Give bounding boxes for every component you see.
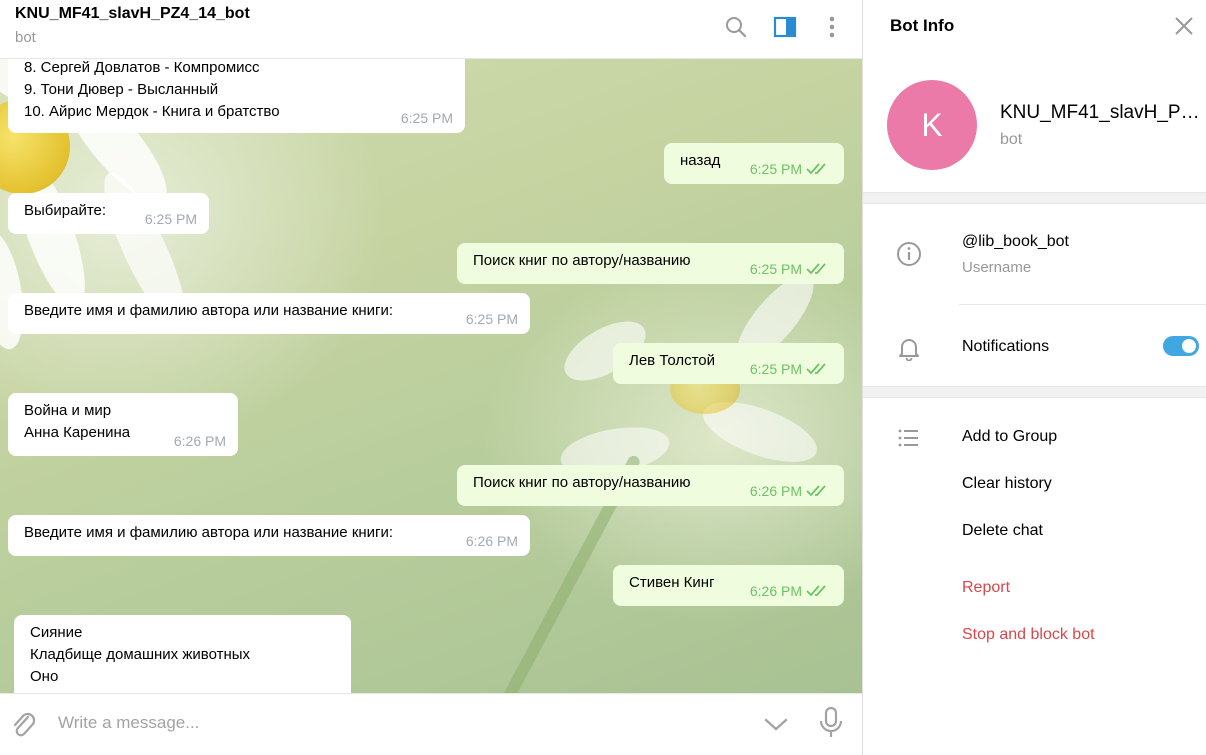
- message-bubble-incoming[interactable]: Война и мир Анна Каренина 6:26 PM: [8, 393, 238, 456]
- username-label: Username: [962, 259, 1032, 276]
- message-time: 6:25 PM: [749, 161, 802, 177]
- section-divider: [863, 386, 1206, 398]
- message-text: 8. Сергей Довлатов - Компромисс 9. Тони …: [24, 59, 280, 120]
- bell-icon: [899, 339, 919, 361]
- message-time: 6:26 PM: [173, 433, 226, 449]
- message-text: Война и мир Анна Каренина: [24, 402, 131, 441]
- avatar-letter: K: [921, 106, 943, 143]
- message-time: 6:26 PM: [465, 533, 518, 549]
- clear-history-button[interactable]: Clear history: [962, 475, 1052, 493]
- microphone-icon[interactable]: [818, 706, 844, 740]
- message-text: Выбирайте:: [24, 202, 107, 219]
- message-time: 6:26 PM: [749, 483, 802, 499]
- chat-header: KNU_MF41_slavH_PZ4_14_bot bot: [0, 0, 862, 59]
- search-icon[interactable]: [723, 14, 749, 40]
- message-input[interactable]: [58, 709, 738, 737]
- chat-title[interactable]: KNU_MF41_slavH_PZ4_14_bot: [15, 5, 250, 23]
- message-time: 6:25 PM: [400, 110, 453, 126]
- report-button[interactable]: Report: [962, 579, 1010, 597]
- message-time: 6:25 PM: [749, 361, 802, 377]
- more-menu-icon[interactable]: [819, 14, 845, 40]
- message-text: Стивен Кинг: [629, 574, 715, 591]
- message-text: Поиск книг по автору/названию: [473, 252, 691, 269]
- message-text: Введите имя и фамилию автора или названи…: [24, 302, 394, 319]
- info-icon: [897, 242, 921, 266]
- message-text: назад: [680, 152, 721, 169]
- message-bubble-incoming[interactable]: Сияние Кладбище домашних животных Оно: [14, 615, 351, 693]
- notifications-label: Notifications: [962, 338, 1050, 355]
- toggle-knob: [1180, 337, 1198, 355]
- message-bubble-outgoing[interactable]: Поиск книг по автору/названию 6:25 PM: [457, 243, 844, 284]
- message-text: Сияние Кладбище домашних животных Оно: [30, 624, 251, 685]
- message-composer: [0, 693, 862, 755]
- read-check-icon: [806, 163, 826, 175]
- message-bubble-incoming[interactable]: Выбирайте: 6:25 PM: [8, 193, 209, 234]
- divider: [959, 304, 1206, 305]
- list-icon: [898, 429, 918, 447]
- chat-subtitle: bot: [15, 29, 36, 46]
- read-check-icon: [806, 263, 826, 275]
- message-bubble-incoming[interactable]: 8. Сергей Довлатов - Компромисс 9. Тони …: [8, 59, 465, 133]
- add-to-group-button[interactable]: Add to Group: [962, 428, 1057, 446]
- read-check-icon: [806, 585, 826, 597]
- panel-title: Bot Info: [890, 16, 955, 35]
- chat-background: 8. Сергей Довлатов - Компромисс 9. Тони …: [0, 59, 862, 693]
- notifications-toggle[interactable]: [1163, 336, 1199, 356]
- bot-status: bot: [1000, 131, 1023, 148]
- read-check-icon: [806, 485, 826, 497]
- message-bubble-outgoing[interactable]: Стивен Кинг 6:26 PM: [613, 565, 844, 606]
- avatar[interactable]: K: [887, 80, 977, 170]
- attach-icon[interactable]: [10, 709, 38, 739]
- section-divider: [863, 192, 1206, 204]
- read-check-icon: [806, 363, 826, 375]
- sidebar-toggle-icon[interactable]: [772, 14, 798, 40]
- message-time: 6:26 PM: [749, 583, 802, 599]
- message-bubble-incoming[interactable]: Введите имя и фамилию автора или названи…: [8, 515, 530, 556]
- message-bubble-outgoing[interactable]: Лев Толстой 6:25 PM: [613, 343, 844, 384]
- message-bubble-outgoing[interactable]: назад 6:25 PM: [664, 143, 844, 184]
- stop-and-block-button[interactable]: Stop and block bot: [962, 626, 1095, 644]
- bot-info-panel: Bot Info K KNU_MF41_slavH_PZ4_14_bot bot…: [862, 0, 1206, 755]
- message-text: Лев Толстой: [629, 352, 716, 369]
- close-icon[interactable]: [1174, 16, 1194, 36]
- bot-name: KNU_MF41_slavH_PZ4_14_bot: [1000, 102, 1205, 123]
- message-time: 6:25 PM: [144, 211, 197, 227]
- chevron-down-icon[interactable]: [762, 711, 790, 737]
- message-bubble-incoming[interactable]: Введите имя и фамилию автора или названи…: [8, 293, 530, 334]
- username-value[interactable]: @lib_book_bot: [962, 233, 1069, 251]
- message-bubble-outgoing[interactable]: Поиск книг по автору/названию 6:26 PM: [457, 465, 844, 506]
- message-text: Введите имя и фамилию автора или названи…: [24, 524, 394, 541]
- message-text: Поиск книг по автору/названию: [473, 474, 691, 491]
- chat-pane: KNU_MF41_slavH_PZ4_14_bot bot 8. Сергей …: [0, 0, 862, 755]
- message-time: 6:25 PM: [749, 261, 802, 277]
- message-time: 6:25 PM: [465, 311, 518, 327]
- delete-chat-button[interactable]: Delete chat: [962, 522, 1043, 540]
